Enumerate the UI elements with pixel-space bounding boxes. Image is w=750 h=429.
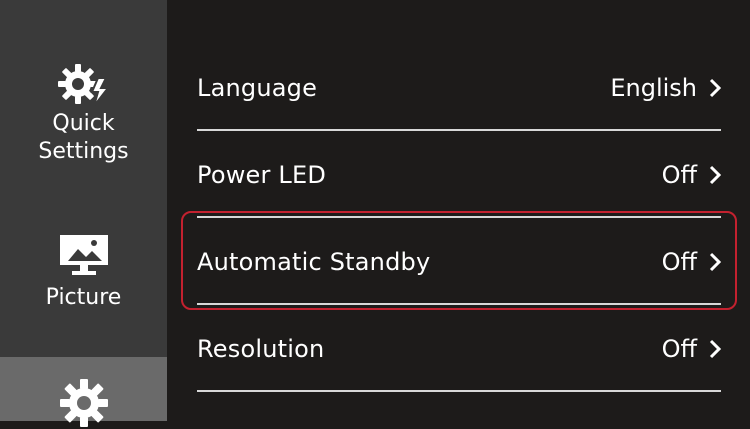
menu-row-power-led[interactable]: Power LED Off bbox=[197, 131, 721, 218]
resolution-value: Off bbox=[661, 334, 697, 363]
settings-menu: Language English Power LED Off Automatic… bbox=[197, 44, 721, 392]
menu-row-value: Off bbox=[662, 161, 721, 189]
menu-row-automatic-standby[interactable]: Automatic Standby Off bbox=[197, 218, 721, 305]
sidebar-item-label: Quick Settings bbox=[38, 111, 129, 164]
sidebar-item-picture[interactable]: Picture bbox=[0, 232, 167, 332]
menu-row-language[interactable]: Language English bbox=[197, 44, 721, 131]
menu-row-label: Resolution bbox=[197, 334, 325, 363]
quick-settings-icon bbox=[54, 60, 114, 110]
chevron-right-icon bbox=[709, 78, 721, 98]
sidebar-item-label: Picture bbox=[45, 285, 122, 310]
menu-row-value: English bbox=[610, 74, 721, 102]
monitor-icon bbox=[58, 232, 110, 278]
chevron-right-icon bbox=[709, 339, 721, 359]
menu-row-label: Power LED bbox=[197, 160, 327, 189]
menu-row-value: Off bbox=[662, 248, 721, 276]
automatic-standby-value: Off bbox=[661, 247, 697, 276]
menu-row-resolution[interactable]: Resolution Off bbox=[197, 305, 721, 392]
chevron-right-icon bbox=[709, 165, 721, 185]
gear-icon bbox=[58, 357, 110, 427]
sidebar: Quick Settings Picture bbox=[0, 0, 167, 427]
divider bbox=[197, 390, 721, 392]
sidebar-item-system[interactable] bbox=[0, 357, 167, 427]
sidebar-item-quick-settings[interactable]: Quick Settings bbox=[0, 60, 167, 190]
chevron-right-icon bbox=[709, 252, 721, 272]
menu-row-value: Off bbox=[662, 335, 721, 363]
power-led-value: Off bbox=[661, 160, 697, 189]
menu-row-label: Language bbox=[197, 73, 318, 102]
menu-row-label: Automatic Standby bbox=[197, 247, 431, 276]
language-value: English bbox=[610, 73, 697, 102]
